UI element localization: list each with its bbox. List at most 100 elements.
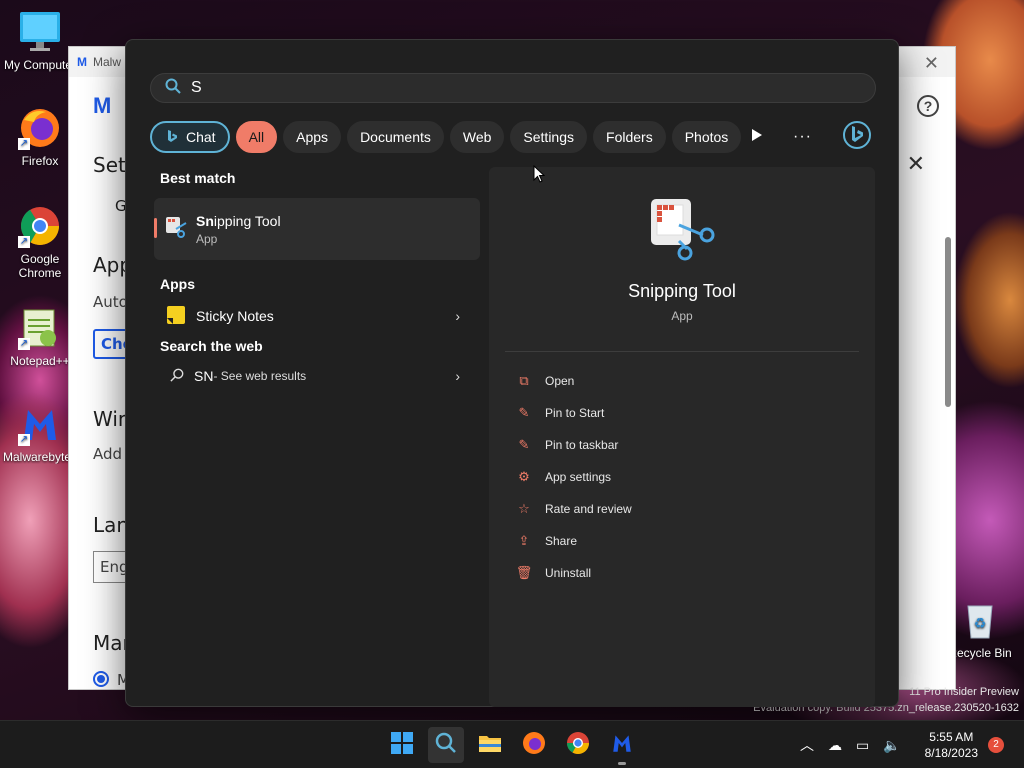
taskbar-firefox[interactable] <box>516 727 552 763</box>
trash-icon: 🗑 <box>515 565 533 580</box>
filter-all-label: All <box>248 129 265 145</box>
monitor-icon <box>18 10 62 54</box>
action-app-settings[interactable]: ⚙ App settings <box>515 461 632 493</box>
filter-apps[interactable]: Apps <box>283 121 342 153</box>
filter-web-label: Web <box>462 129 492 145</box>
search-filter-row: Chat All Apps Documents Web Settings Fol… <box>150 121 742 153</box>
setting-text: Add <box>93 445 123 463</box>
share-icon: ⇪ <box>518 533 530 548</box>
search-box[interactable] <box>150 73 876 103</box>
chevron-up-icon[interactable]: ︿ <box>800 735 814 755</box>
action-open[interactable]: ⧉ Open <box>515 365 632 397</box>
filter-photos-label: Photos <box>684 129 729 145</box>
action-rate-and-review[interactable]: ☆ Rate and review <box>515 493 632 525</box>
filter-folders[interactable]: Folders <box>593 121 666 153</box>
detail-actions: ⧉ Open ✎ Pin to Start ✎ Pin to taskbar ⚙ App… <box>515 365 632 589</box>
bing-icon[interactable] <box>842 120 872 155</box>
detail-divider <box>505 351 859 352</box>
start-button[interactable] <box>384 727 420 763</box>
filter-settings-label: Settings <box>523 129 575 145</box>
chevron-right-icon[interactable]: › <box>455 368 460 384</box>
action-share[interactable]: ⇪ Share <box>515 525 632 557</box>
filter-all[interactable]: All <box>235 121 278 153</box>
open-icon: ⧉ <box>519 373 529 388</box>
best-match-result[interactable]: Snipping Tool App <box>154 198 480 260</box>
chrome-icon <box>566 731 590 760</box>
settings-scrollbar[interactable] <box>945 237 951 407</box>
malwarebytes-icon <box>610 731 634 760</box>
detail-subtitle: App <box>671 309 693 323</box>
setting-text: Auto <box>93 293 128 311</box>
result-detail-pane: Snipping Tool App ⧉ Open ✎ Pin to Start ✎ P… <box>489 167 875 707</box>
best-match-title: Snipping Tool <box>196 212 281 229</box>
taskbar-malwarebytes[interactable] <box>604 727 640 765</box>
malwarebytes-icon: ↗ <box>18 402 62 446</box>
action-label: Rate and review <box>545 502 632 516</box>
star-icon: ☆ <box>518 501 530 516</box>
app-result-label: Sticky Notes <box>196 308 274 324</box>
filter-documents[interactable]: Documents <box>347 121 444 153</box>
clock-date: 8/18/2023 <box>924 746 978 760</box>
best-match-heading: Best match <box>160 170 236 186</box>
malwarebytes-logo-icon: M <box>93 93 112 118</box>
action-uninstall[interactable]: 🗑 Uninstall <box>515 557 632 589</box>
more-options-icon[interactable]: ··· <box>793 128 812 146</box>
taskbar-search-button[interactable] <box>428 727 464 763</box>
notification-badge[interactable]: 2 <box>988 737 1004 753</box>
web-result[interactable]: SN - See web results › <box>154 356 480 396</box>
action-label: Uninstall <box>545 566 592 580</box>
action-label: App settings <box>545 470 612 484</box>
svg-text:♻: ♻ <box>974 615 987 631</box>
filter-chat[interactable]: Chat <box>150 121 230 153</box>
settings-close-icon[interactable]: ✕ <box>907 151 925 177</box>
pin-icon: ✎ <box>518 437 530 452</box>
action-pin-to-taskbar[interactable]: ✎ Pin to taskbar <box>515 429 632 461</box>
cloud-offline-icon[interactable]: ☁ <box>828 737 842 754</box>
sticky-notes-icon <box>166 305 186 328</box>
filter-photos[interactable]: Photos <box>671 121 742 153</box>
action-pin-to-start[interactable]: ✎ Pin to Start <box>515 397 632 429</box>
apps-heading: Apps <box>160 276 195 292</box>
filter-settings[interactable]: Settings <box>510 121 588 153</box>
action-label: Pin to taskbar <box>545 438 619 452</box>
play-more-filters-icon[interactable] <box>751 128 763 147</box>
app-result-sticky-notes[interactable]: Sticky Notes › <box>154 296 480 336</box>
web-result-query: SN <box>194 368 214 384</box>
radio-button[interactable] <box>93 671 109 687</box>
taskbar: ︿ ☁ ▭ 🔈 5:55 AM 8/18/2023 2 <box>0 720 1024 768</box>
taskbar-chrome[interactable] <box>560 727 596 763</box>
detail-title: Snipping Tool <box>628 281 736 301</box>
system-tray: ︿ ☁ ▭ 🔈 <box>800 721 901 768</box>
volume-icon[interactable]: 🔈 <box>883 737 900 754</box>
clock[interactable]: 5:55 AM 8/18/2023 <box>925 729 978 761</box>
taskbar-file-explorer[interactable] <box>472 727 508 763</box>
search-input[interactable] <box>191 79 791 97</box>
chrome-icon: ↗ <box>18 204 62 248</box>
filter-documents-label: Documents <box>360 129 431 145</box>
recycle-bin-icon: ♻ <box>958 598 1002 642</box>
filter-apps-label: Apps <box>296 129 329 145</box>
web-result-suffix: - See web results <box>213 369 307 383</box>
snipping-tool-large-icon <box>649 197 715 268</box>
chevron-right-icon[interactable]: › <box>455 308 460 324</box>
action-label: Open <box>545 374 575 388</box>
web-heading: Search the web <box>160 338 263 354</box>
watermark-line1: 11 Pro Insider Preview <box>909 686 1019 698</box>
filter-folders-label: Folders <box>606 129 653 145</box>
notepad-icon: ↗ <box>18 306 62 350</box>
malwarebytes-title-logo-icon: M <box>77 55 87 69</box>
best-match-subtitle: App <box>196 231 218 246</box>
filter-web[interactable]: Web <box>449 121 505 153</box>
filter-tools: ··· <box>751 120 872 155</box>
web-search-icon <box>170 368 184 385</box>
mouse-cursor-icon <box>533 164 546 188</box>
malwarebytes-title: Malw <box>93 55 122 69</box>
folder-icon <box>478 733 502 758</box>
results-column: Best match Snipping Tool App Apps Sticky… <box>154 170 480 396</box>
help-icon[interactable]: ? <box>917 95 939 117</box>
firefox-icon: ↗ <box>18 106 62 150</box>
network-icon[interactable]: ▭ <box>856 737 869 754</box>
search-icon <box>165 78 181 99</box>
firefox-icon <box>522 731 546 760</box>
window-close-icon[interactable]: ✕ <box>924 53 939 74</box>
